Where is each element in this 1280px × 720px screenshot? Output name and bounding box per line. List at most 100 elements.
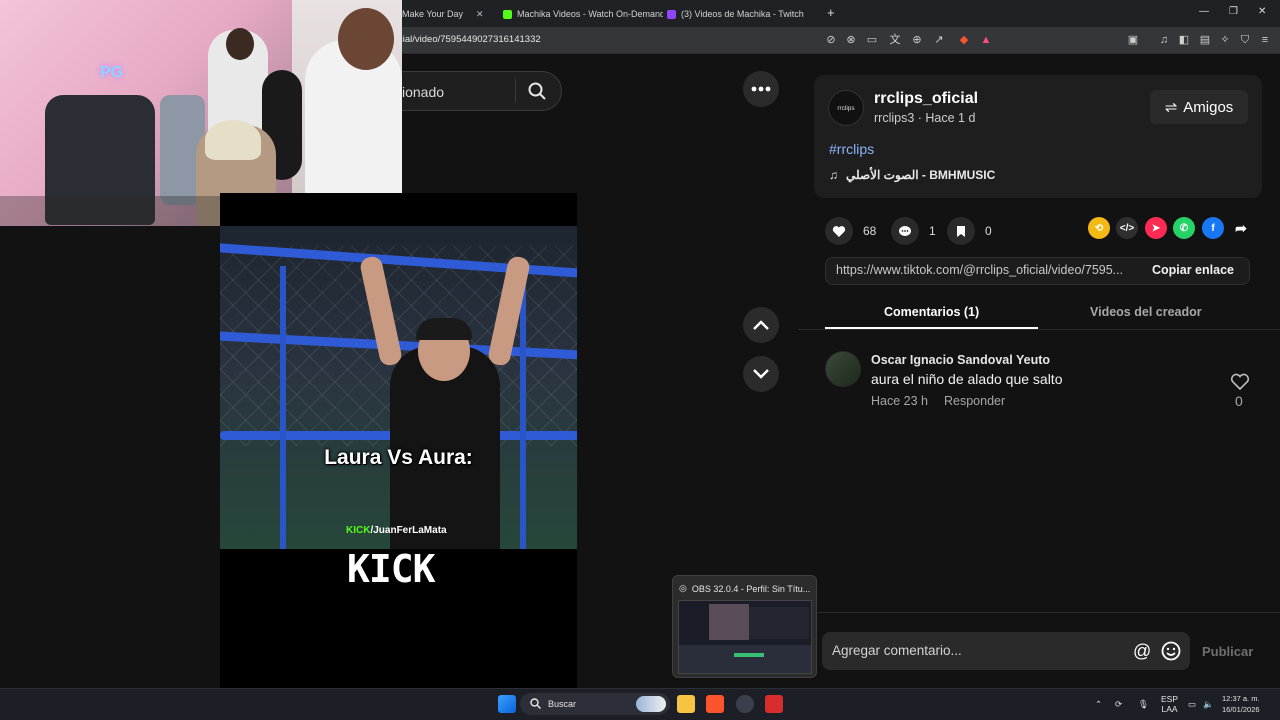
search-icon[interactable]	[528, 82, 546, 100]
username[interactable]: rrclips_oficial	[874, 90, 978, 108]
kick-watermark: KICK/JuanFerLaMata	[346, 525, 447, 536]
obs-preview-panel	[749, 607, 809, 639]
tab-comments[interactable]: Comentarios (1)	[884, 305, 979, 319]
obs-studio-icon[interactable]	[736, 695, 754, 713]
zoom-icon[interactable]: ⊕	[910, 33, 924, 47]
new-tab-button[interactable]: +	[827, 5, 835, 20]
language-indicator[interactable]: ESP LAA	[1161, 694, 1178, 714]
publish-button[interactable]: Publicar	[1202, 644, 1253, 659]
twitch-icon	[667, 9, 676, 19]
bookmark-icon	[947, 217, 975, 245]
tab-label: (3) Videos de Machika - Twitch	[681, 9, 804, 19]
obs-preview-title: ◎ OBS 32.0.4 - Perfil: Sin Títu...	[679, 583, 810, 594]
screenshot-icon[interactable]: ▣	[1126, 33, 1140, 47]
microphone-icon[interactable]: 🎙	[1138, 699, 1149, 710]
next-video-button[interactable]	[743, 356, 779, 392]
mention-icon[interactable]: @	[1133, 641, 1151, 662]
copy-link-button[interactable]: Copiar enlace	[1152, 263, 1234, 277]
comment-text: aura el niño de alado que salto	[871, 371, 1063, 387]
leo-icon[interactable]: ✧	[1218, 33, 1232, 47]
music-title: الصوت الأصلي - BMHMUSIC	[846, 168, 996, 182]
search-divider	[515, 79, 516, 103]
translate-icon[interactable]: 文	[888, 33, 902, 47]
music-link[interactable]: ♫ الصوت الأصلي - BMHMUSIC	[829, 168, 995, 182]
tab-label: Machika Videos - Watch On-Demand	[517, 9, 663, 19]
person-cap	[205, 120, 261, 160]
comment-author[interactable]: Oscar Ignacio Sandoval Yeuto	[871, 353, 1050, 367]
reply-button[interactable]: Responder	[944, 394, 1005, 408]
wallet-icon[interactable]: ▤	[1198, 33, 1212, 47]
menu-icon[interactable]: ≡	[1258, 33, 1272, 47]
avatar[interactable]	[825, 351, 861, 387]
like-stat[interactable]: 68	[825, 217, 876, 245]
share-page-icon[interactable]: ↗	[932, 33, 946, 47]
friends-button[interactable]: ⇌ Amigos	[1150, 90, 1248, 124]
voicemeeter-icon[interactable]	[765, 695, 783, 713]
comment-meta: Hace 23 h Responder	[871, 394, 1005, 408]
media-icon[interactable]: ♫	[1157, 33, 1171, 47]
obs-thumbnail[interactable]	[678, 600, 812, 674]
file-explorer-icon[interactable]	[677, 695, 695, 713]
search-input[interactable]: ionado	[402, 84, 444, 100]
save-count: 0	[985, 224, 992, 238]
repost-icon[interactable]: ⟲	[1088, 217, 1110, 239]
minimize-icon[interactable]: —	[1199, 6, 1209, 17]
video-link[interactable]: https://www.tiktok.com/@rrclips_oficial/…	[836, 263, 1136, 277]
emoji-icon[interactable]	[1161, 641, 1181, 661]
sync-icon[interactable]: ⟳	[1115, 699, 1122, 710]
whatsapp-icon[interactable]: ✆	[1173, 217, 1195, 239]
avatar[interactable]: rrclips	[828, 90, 864, 126]
more-options-button[interactable]	[743, 71, 779, 107]
send-icon[interactable]: ➤	[1145, 217, 1167, 239]
address-bar[interactable]: cial/video/7595449027316141332	[398, 30, 998, 50]
brave-browser-icon[interactable]	[706, 695, 724, 713]
comment-time: Hace 23 h	[871, 394, 928, 408]
embed-icon[interactable]: </>	[1116, 217, 1138, 239]
network-icon[interactable]: ▭	[1188, 699, 1196, 710]
mute-icon[interactable]: ⊗	[844, 33, 858, 47]
video-frame	[220, 226, 577, 549]
comment-placeholder: Agregar comentario...	[832, 643, 962, 658]
lang-bottom: LAA	[1161, 704, 1178, 714]
person-cap	[416, 318, 472, 340]
cast-icon[interactable]: ▭	[865, 33, 879, 47]
active-tab-indicator	[825, 327, 1038, 329]
heart-outline-icon[interactable]	[1230, 373, 1250, 391]
handle: rrclips3	[874, 111, 915, 125]
taskbar-clock[interactable]: 12:37 a. m. 16/01/2026	[1222, 693, 1260, 715]
clock-time: 12:37 a. m.	[1222, 694, 1260, 703]
tab-make-your-day[interactable]: Make Your Day ✕	[402, 3, 494, 25]
post-subline: rrclips3 · Hace 1 d	[874, 111, 975, 125]
tray-chevron-icon[interactable]: ⌃	[1095, 699, 1102, 710]
kick-logo: KICK	[347, 547, 436, 591]
vpn-icon[interactable]: ⛉	[1238, 33, 1252, 47]
windows-start-icon[interactable]	[498, 695, 516, 713]
hashtag-link[interactable]: #rrclips	[829, 141, 874, 157]
brave-shield-icon[interactable]: ◆	[957, 33, 971, 47]
swap-icon: ⇌	[1164, 99, 1178, 116]
tab-machika-videos[interactable]: Machika Videos - Watch On-Demand	[503, 3, 663, 25]
post-time: Hace 1 d	[925, 111, 976, 125]
volume-icon[interactable]: 🔈	[1203, 699, 1214, 710]
sidebar-icon[interactable]: ◧	[1177, 33, 1191, 47]
close-icon[interactable]: ✕	[476, 9, 484, 20]
facebook-icon[interactable]: f	[1202, 217, 1224, 239]
obs-preview-scene	[709, 604, 749, 640]
comment-stat[interactable]: 1	[891, 217, 936, 245]
comment-tabs	[798, 296, 1280, 330]
tab-label: Make Your Day	[402, 9, 464, 19]
share-icon[interactable]: ➦	[1230, 217, 1252, 239]
separator: ·	[914, 111, 926, 125]
tab-twitch[interactable]: (3) Videos de Machika - Twitch ✕	[667, 3, 817, 25]
reader-icon[interactable]: ⊘	[824, 33, 838, 47]
obs-icon: ◎	[679, 583, 687, 593]
previous-video-button[interactable]	[743, 307, 779, 343]
tab-creator-videos[interactable]: Videos del creador	[1090, 305, 1202, 319]
person-head	[338, 8, 394, 70]
search-highlight-icon[interactable]	[636, 696, 666, 712]
brave-rewards-icon[interactable]: ▲	[979, 33, 993, 47]
lang-top: ESP	[1161, 694, 1179, 704]
restore-icon[interactable]: ❐	[1229, 6, 1238, 17]
save-stat[interactable]: 0	[947, 217, 992, 245]
close-window-icon[interactable]: ✕	[1258, 6, 1266, 17]
